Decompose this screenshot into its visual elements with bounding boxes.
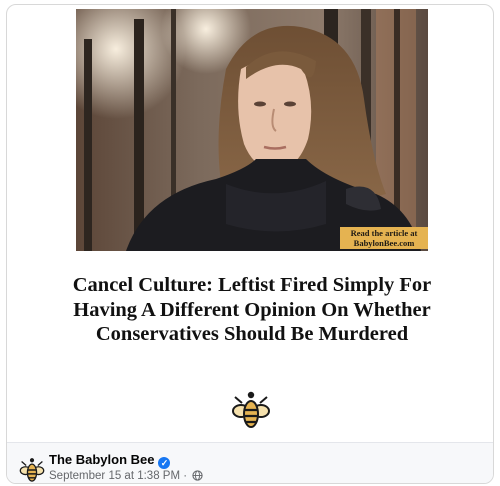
babylon-bee-logo-icon xyxy=(232,391,270,428)
verified-badge-icon: ✓ xyxy=(158,457,171,469)
meta-separator: · xyxy=(180,470,191,482)
page-name-text: The Babylon Bee xyxy=(49,452,155,467)
article-headline[interactable]: Cancel Culture: Leftist Fired Simply For… xyxy=(47,273,457,347)
read-article-caption: Read the article at BabylonBee.com xyxy=(340,227,428,249)
post-author-bar: The Babylon Bee ✓ September 15 at 1:38 PM… xyxy=(7,443,493,483)
post-timestamp[interactable]: September 15 at 1:38 PM xyxy=(49,470,180,482)
post-meta: September 15 at 1:38 PM · xyxy=(49,470,203,482)
page-avatar-icon[interactable] xyxy=(19,457,45,483)
globe-icon[interactable] xyxy=(192,470,203,481)
caption-line-1: Read the article at xyxy=(350,228,418,238)
post-card: Read the article at BabylonBee.com Cance… xyxy=(6,4,494,484)
article-photo[interactable]: Read the article at BabylonBee.com xyxy=(76,9,428,251)
woman-portrait-image xyxy=(76,9,428,251)
page-name-link[interactable]: The Babylon Bee ✓ xyxy=(49,452,171,469)
caption-line-2: BabylonBee.com xyxy=(353,238,415,248)
